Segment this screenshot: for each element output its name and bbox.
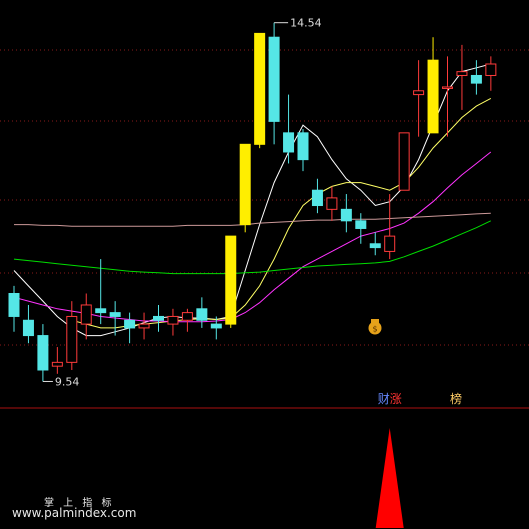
low-price-label: 9.54 [55,375,80,388]
candle-body [8,293,20,317]
candle-body [413,90,425,96]
candle-body [138,323,150,329]
candle-body [369,243,381,249]
candle-body [225,235,237,325]
watermark-url: www.palmindex.com [12,506,137,520]
candle-body [326,197,338,210]
indicator-spike [375,428,404,528]
candle-body [283,132,295,153]
candle-body [268,36,280,122]
candle-body [470,74,482,84]
candle-body [167,315,179,325]
candle-body [22,319,34,337]
candle-body [153,315,164,321]
signal-marker-label: 涨 [390,391,402,406]
candle-body [239,143,251,226]
signal-marker-label: 榜 [450,391,462,406]
candlestick-chart-svg: 14.54 9.54 财涨 榜 $ [0,17,529,528]
candle-body [109,312,121,317]
candle-body [427,59,439,134]
candle-body [66,315,78,363]
ma-line [13,151,492,323]
signal-marker-label: 财 [378,392,390,406]
candle-body [124,319,136,329]
candle-body [210,323,222,329]
candle-body [311,189,323,207]
candle-body [254,32,266,145]
candle-body [80,304,92,325]
candle-body [456,71,468,76]
candle-body [340,208,352,222]
svg-text:$: $ [372,325,377,334]
candle-body [442,86,453,89]
candle-body [196,308,208,321]
high-price-label: 14.54 [290,17,322,30]
candle-body [297,132,309,161]
stock-chart: 14.54 9.54 财涨榜 $ 掌 上 指 标 www.palmindex.co… [0,0,529,529]
price-annotations: 14.54 9.54 [42,17,322,388]
candle-body [51,361,63,367]
money-bag-icon: $ [368,319,382,335]
candle-body [485,63,497,76]
candle-body [95,308,107,314]
candle-body [37,335,49,371]
candle-body [181,312,193,321]
indicator-panel [375,428,404,528]
candle-body [398,132,410,191]
candle-body [355,220,367,229]
ma-line [14,212,491,227]
candle-body [384,235,396,252]
signal-markers: 财涨 榜 [378,391,462,406]
candles [8,22,497,382]
